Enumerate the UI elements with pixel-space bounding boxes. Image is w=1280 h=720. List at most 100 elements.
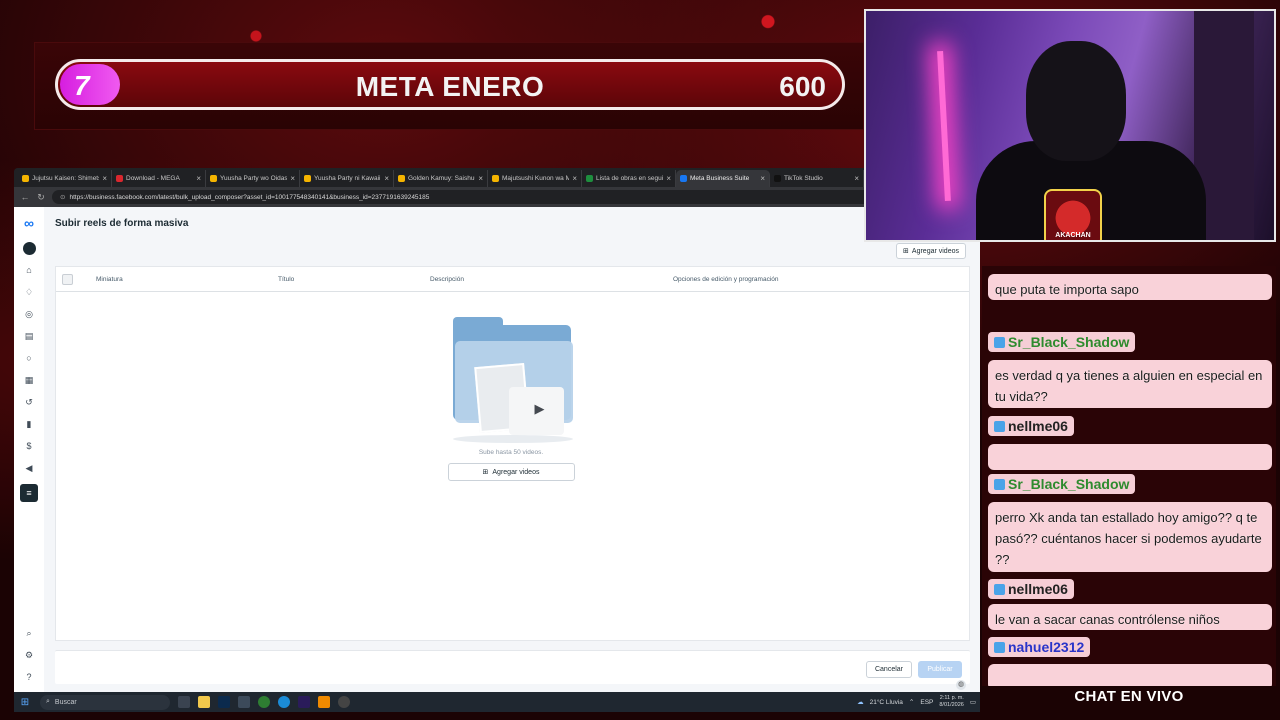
tab-label: Meta Business Suite <box>690 175 750 182</box>
search-icon[interactable]: ⌕ <box>23 627 36 640</box>
notifications-icon[interactable]: ▭ <box>970 698 976 706</box>
all-tools-icon[interactable]: ≡ <box>20 484 38 502</box>
add-videos-button[interactable]: ⊞ Agregar videos <box>447 463 575 481</box>
tab-strip: Jujutsu Kaisen: Shimetsu × Download - MEGA… <box>14 168 980 187</box>
webcam-overlay: AKACHAN <box>864 9 1276 242</box>
globe-icon[interactable]: ◍ <box>956 680 966 690</box>
column-header: Descripción <box>430 275 464 283</box>
upload-limit-hint: Sube hasta 50 videos. <box>478 449 544 456</box>
select-all-checkbox[interactable] <box>62 273 73 285</box>
compass-icon[interactable]: ◎ <box>23 308 36 321</box>
photoshop-icon[interactable] <box>218 696 230 708</box>
meta-logo-icon[interactable]: ∞ <box>23 216 36 233</box>
browser-tab[interactable]: Yuusha Party wo Oidas × <box>206 170 300 187</box>
cancel-button[interactable]: Cancelar <box>865 661 912 678</box>
app-icon[interactable] <box>238 696 250 708</box>
chevron-up-icon[interactable]: ⌃ <box>909 698 914 706</box>
premiere-icon[interactable] <box>298 696 310 708</box>
obs-icon[interactable] <box>338 696 350 708</box>
close-tab-icon[interactable]: × <box>290 174 295 183</box>
tab-favicon-icon <box>586 175 593 182</box>
add-videos-top-label: Agregar videos <box>911 247 959 255</box>
search-icon: ⌕ <box>46 698 50 705</box>
close-tab-icon[interactable]: × <box>854 174 859 183</box>
edge-icon[interactable] <box>278 696 290 708</box>
tab-favicon-icon <box>680 175 687 182</box>
close-tab-icon[interactable]: × <box>102 174 107 183</box>
site-info-icon[interactable]: ⊙ <box>60 193 65 201</box>
browser-tab[interactable]: Jujutsu Kaisen: Shimetsu × <box>18 170 112 187</box>
back-icon[interactable]: ← <box>20 192 30 202</box>
channel-logo-text: AKACHAN <box>1055 232 1091 239</box>
add-videos-top-button[interactable]: ⊞ Agregar videos <box>896 243 966 259</box>
browser-tab[interactable]: TikTok Studio × <box>770 170 864 187</box>
account-avatar-icon[interactable] <box>22 242 36 255</box>
chat-username[interactable]: nellme06 <box>988 579 1074 599</box>
taskbar-search[interactable]: ⌕ Buscar <box>40 694 170 710</box>
tab-favicon-icon <box>210 175 217 182</box>
chat-username[interactable]: Sr_Black_Shadow <box>988 474 1136 494</box>
user-badge-icon <box>994 583 1005 595</box>
tab-label: TikTok Studio <box>784 175 823 182</box>
task-view-icon[interactable] <box>178 696 190 708</box>
reload-icon[interactable]: ↻ <box>36 192 46 203</box>
home-icon[interactable]: ⌂ <box>23 264 36 277</box>
notifications-icon[interactable]: ♢ <box>23 286 36 299</box>
url-field[interactable]: ⊙ https://business.facebook.com/latest/b… <box>52 190 919 204</box>
help-icon[interactable]: ? <box>23 671 36 684</box>
close-tab-icon[interactable]: × <box>384 174 389 183</box>
url-text: https://business.facebook.com/latest/bul… <box>69 193 430 201</box>
browser-tab[interactable]: Meta Business Suite × <box>676 170 770 187</box>
close-tab-icon[interactable]: × <box>760 174 765 183</box>
user-badge-icon <box>994 641 1005 653</box>
chat-username[interactable]: nellme06 <box>988 416 1074 436</box>
settings-gear-icon[interactable]: ⚙ <box>23 649 36 662</box>
chrome-icon[interactable] <box>258 696 270 708</box>
planner-icon[interactable]: ○ <box>23 352 36 365</box>
streamer-head <box>1026 41 1126 161</box>
user-badge-icon <box>994 336 1005 348</box>
goal-target-count: 600 <box>779 71 826 102</box>
content-icon[interactable]: ▤ <box>23 330 36 343</box>
column-header: Miniatura <box>96 275 123 283</box>
publish-button[interactable]: Publicar <box>918 661 962 678</box>
chat-message: perro Xk anda tan estallado hoy amigo?? … <box>988 502 1272 572</box>
tab-favicon-icon <box>304 175 311 182</box>
user-badge-icon <box>994 420 1005 432</box>
monetization-icon[interactable]: $ <box>23 440 36 453</box>
chat-username-text: nellme06 <box>1008 418 1068 434</box>
chat-username-text: nellme06 <box>1008 581 1068 597</box>
chat-message: le van a sacar canas contrólense niños <box>988 604 1272 630</box>
browser-tab[interactable]: Download - MEGA × <box>112 170 206 187</box>
user-badge-icon <box>994 478 1005 490</box>
goal-progress-bar: 7 META ENERO 600 <box>55 59 845 110</box>
chat-username[interactable]: nahuel2312 <box>988 637 1091 657</box>
tab-label: Yuusha Party wo Oidas <box>220 175 288 182</box>
close-tab-icon[interactable]: × <box>478 174 483 183</box>
file-explorer-icon[interactable] <box>198 696 210 708</box>
insights-icon[interactable]: ▮ <box>23 418 36 431</box>
clock[interactable]: 2:11 p. m. 8/01/2026 <box>939 695 963 709</box>
inbox-icon[interactable]: ↺ <box>23 396 36 409</box>
browser-tab[interactable]: Yuusha Party ni Kawaii × <box>300 170 394 187</box>
windows-start-icon[interactable]: ⊞ <box>18 697 32 708</box>
chat-username[interactable]: Sr_Black_Shadow <box>988 332 1136 352</box>
clock-time: 2:11 p. m. <box>939 695 964 701</box>
tab-label: Majutsushi Kunon wa M <box>502 175 570 182</box>
close-tab-icon[interactable]: × <box>196 174 201 183</box>
vlc-icon[interactable] <box>318 696 330 708</box>
tab-favicon-icon <box>492 175 499 182</box>
close-tab-icon[interactable]: × <box>666 174 671 183</box>
table-header: Miniatura Título Descripción Opciones de… <box>56 267 969 292</box>
close-tab-icon[interactable]: × <box>572 174 577 183</box>
browser-tab[interactable]: Majutsushi Kunon wa M × <box>488 170 582 187</box>
system-tray: ☁ 21°C Lluvia ⌃ ESP 2:11 p. m. 8/01/2026… <box>857 695 976 709</box>
clock-date: 8/01/2026 <box>939 702 964 708</box>
tab-favicon-icon <box>398 175 405 182</box>
ads-icon[interactable]: ◀ <box>23 462 36 475</box>
calendar-icon[interactable]: ▦ <box>23 374 36 387</box>
weather-text[interactable]: 21°C Lluvia <box>870 699 903 706</box>
language-indicator[interactable]: ESP <box>920 699 933 706</box>
browser-tab[interactable]: Golden Kamuy: Saishuu × <box>394 170 488 187</box>
browser-tab[interactable]: Lista de obras en segui × <box>582 170 676 187</box>
